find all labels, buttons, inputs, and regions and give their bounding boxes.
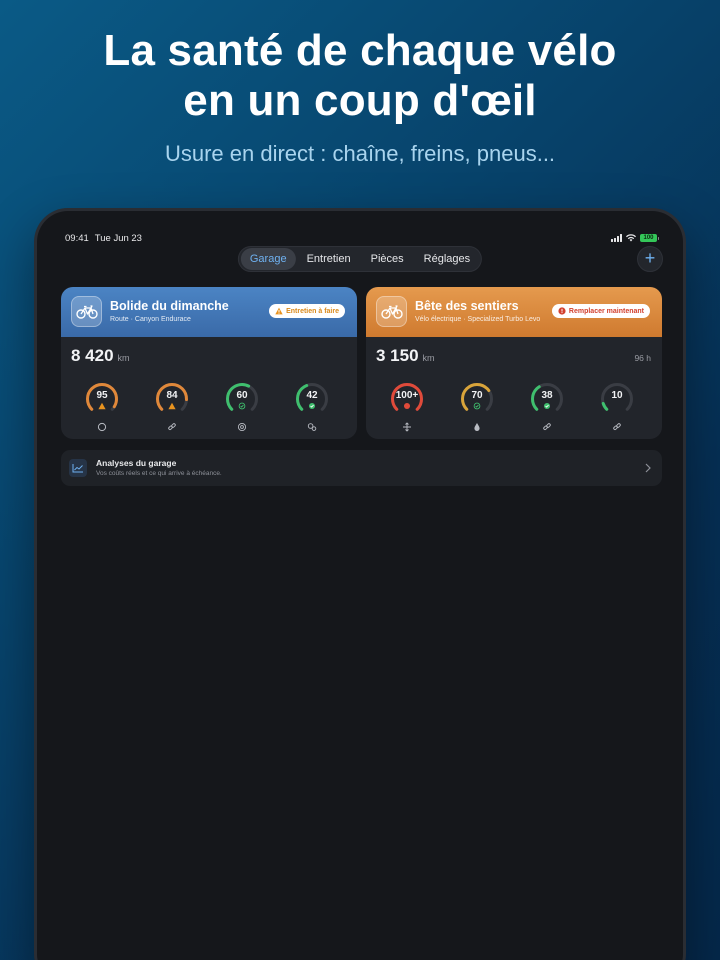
bike-subtitle: Route · Canyon Endurace (110, 316, 191, 323)
gauge-value: 60 (236, 390, 248, 401)
fluid-drop-icon (474, 423, 480, 431)
maintenance-badge-label: Entretien à faire (286, 307, 339, 315)
gauge-value: 38 (541, 390, 553, 401)
warning-icon (275, 307, 283, 315)
main-tabs: Garage Entretien Pièces Réglages (237, 246, 483, 272)
garage-analytics-row[interactable]: Analyses du garage Vos coûts réels et ce… (61, 450, 662, 486)
chain-icon (168, 423, 176, 431)
wear-gauge[interactable]: 70 (460, 382, 494, 432)
hero-subtitle: Usure en direct : chaîne, freins, pneus.… (164, 141, 556, 166)
tab-reglages[interactable]: Réglages (415, 248, 479, 270)
gauge-value: 70 (471, 390, 483, 401)
wear-gauges: 95 84 60 42 (61, 382, 357, 432)
wear-gauge[interactable]: 10 (600, 382, 634, 432)
distance-unit: km (117, 353, 130, 363)
wear-gauge[interactable]: 42 (295, 382, 329, 432)
wear-gauges: 100+ 70 38 10 (366, 382, 662, 432)
bike-card[interactable]: Bête des sentiers Vélo électrique · Spec… (366, 287, 662, 439)
bike-card[interactable]: Bolide du dimanche Route · Canyon Endura… (61, 287, 357, 439)
status-date: Tue Jun 23 (94, 232, 142, 244)
bike-card-header: Bolide du dimanche Route · Canyon Endura… (61, 287, 357, 337)
tab-garage[interactable]: Garage (240, 248, 296, 270)
chevron-right-icon (645, 463, 651, 473)
hero-title: La santé de chaque vélo en un coup d'œil (0, 26, 720, 126)
gauge-value: 84 (166, 390, 178, 401)
critical-icon (403, 402, 411, 410)
alert-icon (558, 307, 566, 315)
ok-icon (238, 402, 246, 410)
bike-name: Bolide du dimanche (110, 299, 229, 313)
bike-subtitle: Vélo électrique · Specialized Turbo Levo (415, 316, 541, 323)
bicycle-icon (71, 296, 102, 327)
wear-gauge[interactable]: 95 (85, 382, 119, 432)
distance-value: 3 150 (376, 346, 419, 365)
chain-icon (543, 423, 551, 431)
suspension-icon (403, 422, 411, 432)
hero-title-line1: La santé de chaque vélo (103, 26, 617, 75)
distance-value: 8 420 (71, 346, 114, 365)
tire-icon (97, 422, 107, 432)
wear-gauge[interactable]: 38 (530, 382, 564, 432)
ok-icon (308, 402, 316, 410)
add-bike-button[interactable]: + (637, 246, 663, 272)
warning-icon (98, 402, 106, 410)
bike-name: Bête des sentiers (415, 299, 519, 313)
chain-icon (613, 423, 621, 431)
plus-icon: + (644, 248, 656, 268)
bicycle-icon (376, 296, 407, 327)
ok-icon (543, 402, 551, 410)
warning-icon (168, 402, 176, 410)
replace-badge-label: Remplacer maintenant (568, 307, 644, 315)
status-time: 09:41 (65, 232, 89, 244)
bike-distance: 3 150 km (376, 346, 435, 366)
status-bar: 09:41 Tue Jun 23 100 (65, 231, 659, 245)
analytics-subtitle: Vos coûts réels et ce qui arrive à échéa… (96, 470, 222, 477)
maintenance-badge[interactable]: Entretien à faire (269, 304, 345, 318)
wear-gauge[interactable]: 100+ (390, 382, 424, 432)
tab-entretien[interactable]: Entretien (298, 248, 360, 270)
gears-icon (307, 423, 317, 431)
motor-hours: 96 h (634, 353, 651, 363)
gauge-value: 42 (306, 390, 318, 401)
analytics-title: Analyses du garage (96, 458, 177, 468)
gauge-value: 95 (96, 390, 108, 401)
replace-badge[interactable]: Remplacer maintenant (551, 304, 650, 318)
bike-distance: 8 420 km (71, 346, 130, 366)
gauge-value: 10 (611, 390, 623, 401)
battery-icon: 100 (640, 234, 659, 242)
bike-card-header: Bête des sentiers Vélo électrique · Spec… (366, 287, 662, 337)
distance-unit: km (422, 353, 435, 363)
wear-gauge[interactable]: 84 (155, 382, 189, 432)
brake-disc-icon (237, 422, 247, 432)
app-screen: 09:41 Tue Jun 23 100 Garage Entretien Piè… (37, 211, 683, 960)
tablet-frame: 09:41 Tue Jun 23 100 Garage Entretien Piè… (34, 208, 686, 960)
chart-line-icon (69, 459, 87, 477)
ok-icon (473, 402, 481, 410)
hero-title-line2: en un coup d'œil (183, 76, 537, 125)
wifi-icon (626, 234, 636, 242)
cellular-signal-icon (611, 234, 622, 242)
tab-pieces[interactable]: Pièces (362, 248, 413, 270)
wear-gauge[interactable]: 60 (225, 382, 259, 432)
gauge-value: 100+ (395, 390, 419, 401)
